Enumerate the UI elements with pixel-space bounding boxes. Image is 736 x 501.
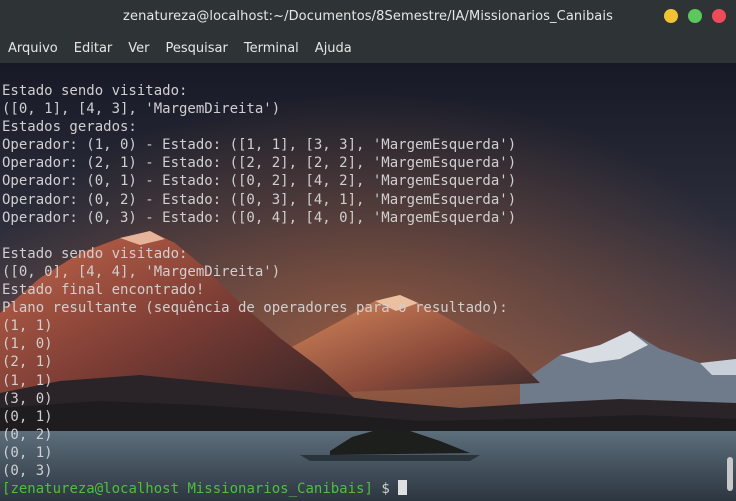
output-line: (0, 2): [2, 426, 53, 443]
terminal-output[interactable]: Estado sendo visitado: ([0, 1], [4, 3], '…: [2, 82, 516, 498]
output-line: Estado final encontrado!: [2, 282, 205, 299]
prompt-directory: Missionarios_Canibais: [187, 481, 365, 498]
prompt-symbol: $: [381, 481, 390, 498]
minimize-button[interactable]: [664, 9, 678, 23]
output-line: (0, 1): [2, 444, 53, 461]
close-button[interactable]: [712, 9, 726, 23]
output-line: ([0, 0], [4, 4], 'MargemDireita'): [2, 263, 281, 280]
output-line: (1, 1): [2, 372, 53, 389]
menu-ajuda[interactable]: Ajuda: [315, 41, 352, 56]
output-line: Estados gerados:: [2, 119, 137, 136]
window-title: zenatureza@localhost:~/Documentos/8Semes…: [123, 9, 613, 24]
output-line: Operador: (0, 2) - Estado: ([0, 3], [4, …: [2, 191, 517, 208]
output-line: Operador: (2, 1) - Estado: ([2, 2], [2, …: [2, 155, 517, 172]
menu-terminal[interactable]: Terminal: [244, 41, 299, 56]
output-line: (1, 1): [2, 318, 53, 335]
output-line: ([0, 1], [4, 3], 'MargemDireita'): [2, 101, 281, 118]
scrollbar-thumb[interactable]: [727, 457, 733, 491]
output-line: (0, 3): [2, 462, 53, 479]
text-cursor: [398, 480, 408, 496]
menu-bar: Arquivo Editar Ver Pesquisar Terminal Aj…: [0, 33, 736, 63]
title-bar[interactable]: zenatureza@localhost:~/Documentos/8Semes…: [0, 0, 736, 33]
menu-ver[interactable]: Ver: [128, 41, 149, 56]
output-line: Operador: (0, 1) - Estado: ([0, 2], [4, …: [2, 173, 517, 190]
prompt-user-host: zenatureza@localhost: [10, 481, 180, 498]
terminal-area[interactable]: Estado sendo visitado: ([0, 1], [4, 3], '…: [0, 63, 736, 501]
output-line: Plano resultante (sequência de operadore…: [2, 300, 508, 317]
menu-arquivo[interactable]: Arquivo: [8, 41, 58, 56]
output-line: (1, 0): [2, 336, 53, 353]
menu-editar[interactable]: Editar: [74, 41, 113, 56]
menu-pesquisar[interactable]: Pesquisar: [166, 41, 228, 56]
output-line: Operador: (0, 3) - Estado: ([0, 4], [4, …: [2, 209, 517, 226]
output-line: Estado sendo visitado:: [2, 83, 188, 99]
terminal-window: zenatureza@localhost:~/Documentos/8Semes…: [0, 0, 736, 501]
output-line: Operador: (1, 0) - Estado: ([1, 1], [3, …: [2, 137, 517, 154]
output-line: (2, 1): [2, 354, 53, 371]
prompt-close-bracket: ]: [364, 481, 373, 498]
maximize-button[interactable]: [688, 9, 702, 23]
output-line: (3, 0): [2, 390, 53, 407]
shell-prompt[interactable]: [zenatureza@localhost Missionarios_Canib…: [2, 480, 516, 498]
output-line: (0, 1): [2, 408, 53, 425]
output-line: Estado sendo visitado:: [2, 245, 188, 262]
